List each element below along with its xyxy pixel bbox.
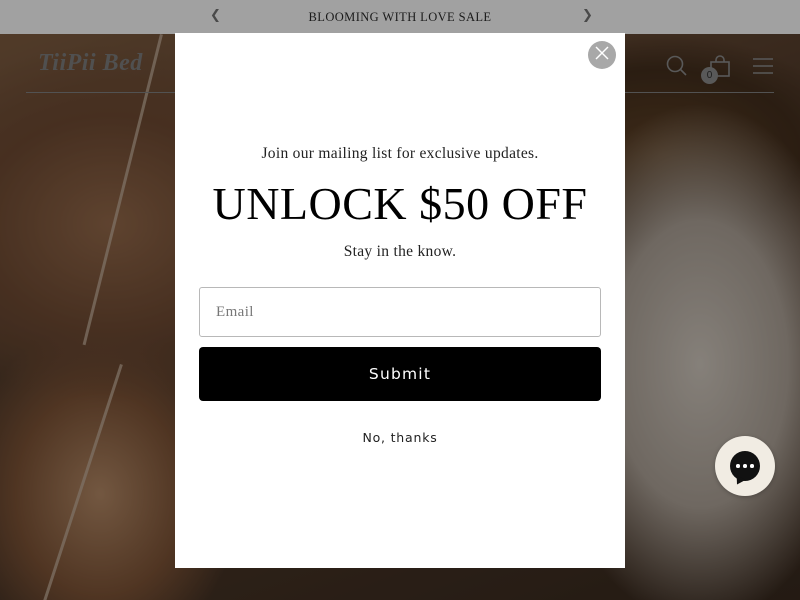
popup-headline: UNLOCK $50 OFF xyxy=(212,178,588,229)
chat-launcher-button[interactable] xyxy=(715,436,775,496)
popup-tagline: Stay in the know. xyxy=(343,243,457,260)
close-popup-button[interactable] xyxy=(588,41,616,69)
email-field[interactable] xyxy=(199,287,601,337)
newsletter-popup: Join our mailing list for exclusive upda… xyxy=(175,33,625,568)
chevron-right-icon[interactable]: ❯ xyxy=(582,8,593,23)
submit-button[interactable]: Submit xyxy=(199,347,601,401)
chevron-left-icon[interactable]: ❮ xyxy=(210,8,221,23)
no-thanks-link[interactable]: No, thanks xyxy=(175,430,625,445)
announcement-bar: ❮ BLOOMING WITH LOVE SALE ❯ xyxy=(0,0,800,34)
popup-subtitle: Join our mailing list for exclusive upda… xyxy=(261,145,539,162)
chat-bubble-icon xyxy=(730,451,760,481)
announcement-text[interactable]: BLOOMING WITH LOVE SALE xyxy=(309,10,492,25)
close-icon xyxy=(595,46,609,65)
